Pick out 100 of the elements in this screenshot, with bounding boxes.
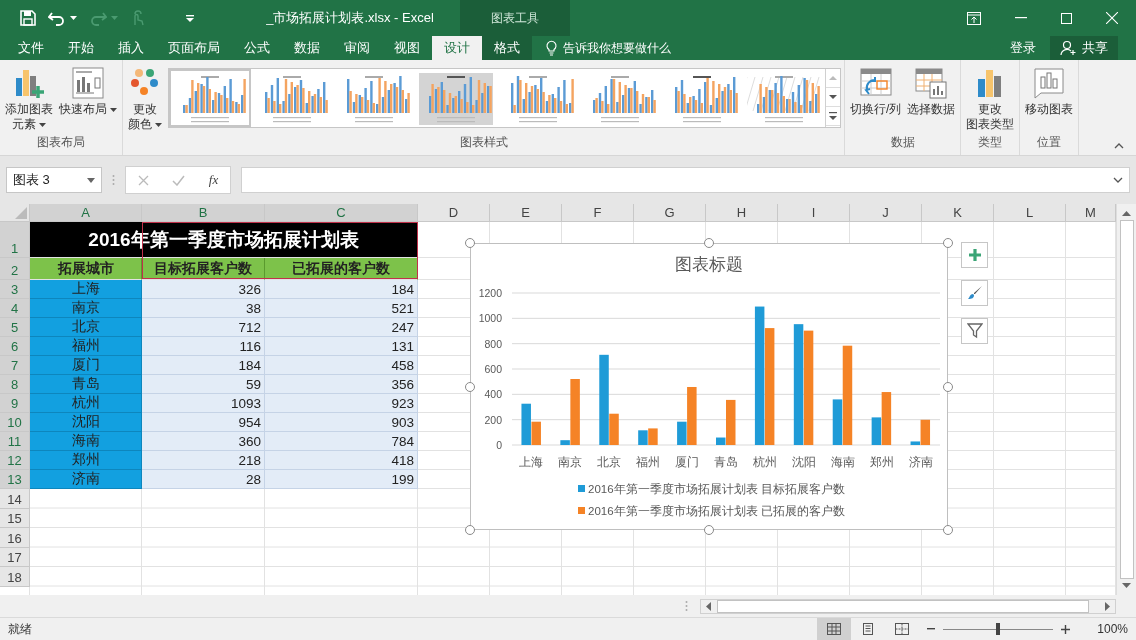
table-cell: 199	[265, 470, 418, 489]
scroll-right-icon[interactable]	[1105, 601, 1111, 611]
resize-handle[interactable]	[943, 525, 953, 535]
row-header[interactable]: 13	[0, 470, 30, 489]
column-header[interactable]: E	[490, 204, 562, 222]
minimize-icon[interactable]	[1015, 17, 1027, 19]
ribbon-button[interactable]: 更改 图表类型	[964, 66, 1017, 132]
column-header[interactable]: G	[634, 204, 706, 222]
scrollbar-thumb[interactable]	[717, 599, 1089, 613]
row-header[interactable]: 5	[0, 318, 30, 337]
table-cell: 郑州	[30, 451, 142, 470]
row-header[interactable]: 7	[0, 356, 30, 375]
row-header[interactable]: 17	[0, 547, 30, 567]
column-header[interactable]: A	[30, 204, 142, 222]
formula-input[interactable]	[241, 167, 1130, 193]
ribbon-tab[interactable]: 数据	[282, 36, 332, 60]
column-header[interactable]: K	[922, 204, 994, 222]
save-icon[interactable]	[20, 10, 36, 26]
row-header[interactable]: 15	[0, 508, 30, 528]
table-cell: 青岛	[30, 375, 142, 394]
insert-function-button[interactable]: fx	[208, 172, 219, 188]
column-header[interactable]: F	[562, 204, 634, 222]
caret-icon[interactable]	[70, 16, 77, 20]
chart-area[interactable]: 图表标题 0 200 400 600 800 1000 1200 上海 南京 北京 福州 厦门 青岛 杭州 沈阳 海南 郑州 济南 2016年第一季度市场拓展计划表 目标拓展客户数 2016年第一季度市场拓展计划表 已拓展的客户数	[470, 243, 948, 530]
maximize-icon[interactable]	[1061, 12, 1072, 24]
view-button[interactable]	[817, 618, 851, 640]
chart-layout-icon	[71, 66, 105, 100]
resize-handle[interactable]	[704, 238, 714, 248]
scrollbar-thumb[interactable]	[1119, 220, 1134, 579]
customize-toolbar-icon[interactable]	[186, 14, 194, 22]
row-header[interactable]: 16	[0, 528, 30, 548]
ribbon-button[interactable]: 移动图表	[1023, 66, 1076, 117]
page-layout-icon	[861, 623, 875, 635]
ribbon-button[interactable]: 添加图表 元素	[3, 66, 55, 132]
row-header[interactable]: 6	[0, 337, 30, 356]
ribbon-button[interactable]: 更改 颜色	[126, 66, 164, 132]
column-header[interactable]: D	[418, 204, 490, 222]
ribbon-tab[interactable]: 设计	[432, 36, 482, 60]
column-header[interactable]: I	[778, 204, 850, 222]
axis-label: 济南	[908, 456, 933, 468]
resize-handle[interactable]	[465, 525, 475, 535]
zoom-in-icon[interactable]	[1061, 624, 1070, 634]
ribbon-display-options-icon[interactable]	[967, 11, 981, 25]
row-header[interactable]: 8	[0, 375, 30, 394]
undo-icon[interactable]	[48, 10, 66, 26]
zoom-level[interactable]: 100%	[1092, 622, 1128, 636]
column-header[interactable]: B	[142, 204, 265, 222]
close-icon[interactable]	[1106, 12, 1118, 24]
ribbon-tab[interactable]: 审阅	[332, 36, 382, 60]
scroll-left-icon[interactable]	[705, 601, 711, 611]
chart-title[interactable]: 图表标题	[675, 255, 743, 274]
ribbon-tab[interactable]: 开始	[56, 36, 106, 60]
chart-elements-button[interactable]	[961, 242, 988, 268]
row-header[interactable]: 2	[0, 258, 30, 280]
chart-filters-button[interactable]	[961, 318, 988, 344]
share-button[interactable]: 共享	[1050, 36, 1118, 60]
column-header[interactable]: L	[994, 204, 1066, 222]
sign-in-link[interactable]: 登录	[1010, 36, 1036, 60]
ribbon-tab[interactable]: 页面布局	[156, 36, 232, 60]
row-header[interactable]: 11	[0, 432, 30, 451]
scroll-down-icon[interactable]	[1122, 583, 1131, 589]
horizontal-scrollbar[interactable]	[700, 598, 1116, 614]
row-header[interactable]: 10	[0, 413, 30, 432]
row-header[interactable]: 3	[0, 280, 30, 299]
resize-handle[interactable]	[704, 525, 714, 535]
ribbon-tab[interactable]: 视图	[382, 36, 432, 60]
row-header[interactable]: 4	[0, 299, 30, 318]
column-header[interactable]: H	[706, 204, 778, 222]
ribbon-button[interactable]: 选择数据	[905, 66, 958, 117]
row-header[interactable]: 14	[0, 489, 30, 509]
name-box[interactable]: 图表 3	[6, 167, 102, 193]
ribbon-tab[interactable]: 文件	[6, 36, 56, 60]
collapse-ribbon-icon[interactable]	[1114, 143, 1124, 149]
row-header[interactable]: 18	[0, 567, 30, 587]
ribbon-tab[interactable]: 公式	[232, 36, 282, 60]
resize-handle[interactable]	[465, 238, 475, 248]
expand-icon[interactable]	[1113, 177, 1123, 183]
row-header[interactable]: 12	[0, 451, 30, 470]
ribbon-tab[interactable]: 格式	[482, 36, 532, 60]
column-header[interactable]: C	[265, 204, 418, 222]
resize-handle[interactable]	[465, 381, 475, 392]
axis-label: 沈阳	[791, 456, 816, 468]
ribbon-button[interactable]: 快速布局	[57, 66, 119, 117]
row-header[interactable]: 1	[0, 222, 30, 258]
tell-me-field[interactable]: 告诉我你想要做什么	[563, 39, 671, 57]
table-cell: 北京	[30, 318, 142, 337]
resize-handle[interactable]	[943, 381, 953, 392]
ribbon-tab[interactable]: 插入	[106, 36, 156, 60]
table-cell: 福州	[30, 337, 142, 356]
row-header[interactable]: 9	[0, 394, 30, 413]
ribbon-button[interactable]: 切换行/列	[848, 66, 904, 117]
table-cell: 326	[142, 280, 265, 299]
table-cell: 184	[265, 280, 418, 299]
resize-handle[interactable]	[943, 238, 953, 248]
legend-label: 2016年第一季度市场拓展计划表 目标拓展客户数	[588, 483, 845, 495]
column-header[interactable]: M	[1066, 204, 1116, 222]
scroll-up-icon[interactable]	[1122, 210, 1131, 216]
chart-styles-button[interactable]	[961, 280, 988, 306]
column-header[interactable]: J	[850, 204, 922, 222]
table-cell: 356	[265, 375, 418, 394]
